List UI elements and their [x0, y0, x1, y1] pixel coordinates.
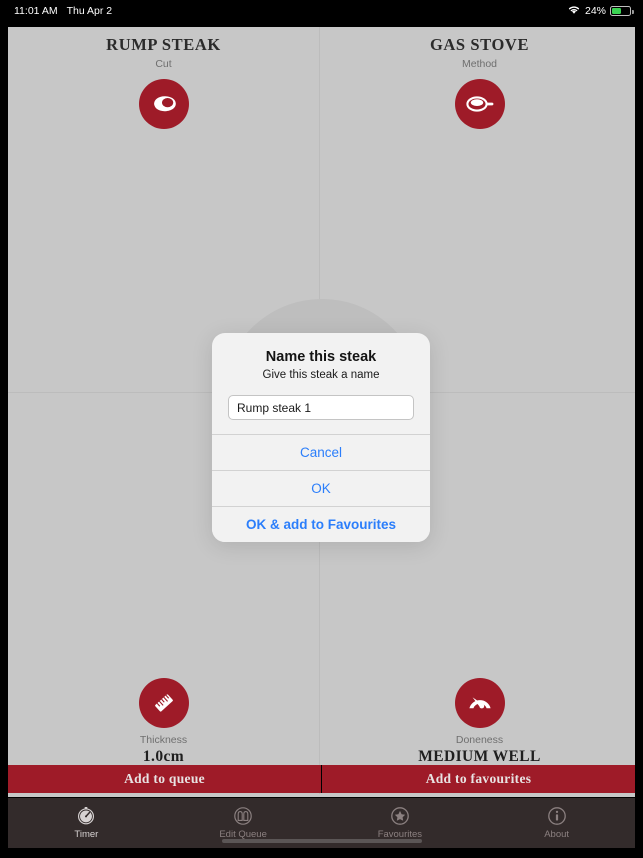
dialog-field-wrap: [212, 395, 430, 434]
steak-name-input[interactable]: [228, 395, 414, 420]
dialog-message: Give this steak a name: [262, 369, 380, 381]
dialog-ok-button[interactable]: OK: [212, 470, 430, 506]
tablet-screen: 11:01 AM Thu Apr 2 24% RUMP STEAK Cut GA…: [0, 0, 643, 858]
name-steak-dialog: Name this steak Give this steak a name C…: [212, 333, 430, 542]
dialog-title: Name this steak: [265, 349, 377, 365]
dialog-header: Name this steak Give this steak a name: [212, 333, 430, 395]
dialog-cancel-button[interactable]: Cancel: [212, 434, 430, 470]
dialog-ok-add-favourites-button[interactable]: OK & add to Favourites: [212, 506, 430, 542]
